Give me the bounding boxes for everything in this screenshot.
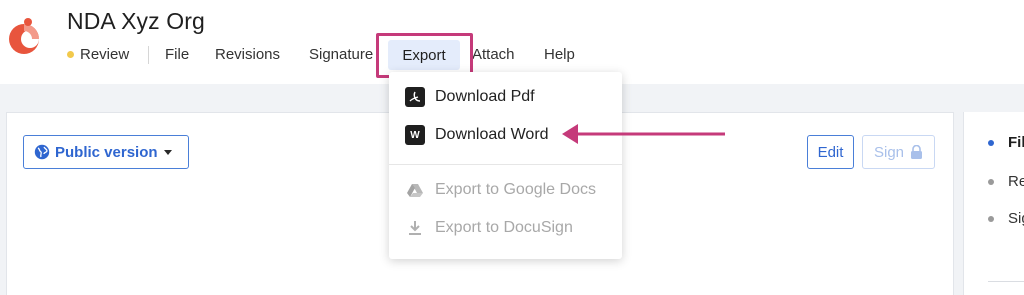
status-dot-icon: [67, 51, 74, 58]
side-divider: [988, 281, 1024, 282]
pdf-icon: [405, 87, 425, 107]
status-label: Review: [80, 46, 130, 63]
globe-icon: [34, 144, 50, 160]
menu-divider: [148, 46, 149, 64]
edit-button[interactable]: Edit: [807, 135, 854, 169]
menu-divider: [389, 164, 622, 165]
annotation-arrow-icon: [562, 124, 725, 144]
side-item-label: Re: [1008, 173, 1024, 190]
side-item-label: Sig: [1008, 210, 1024, 227]
document-title: NDA Xyz Org: [67, 8, 205, 34]
export-docusign-item[interactable]: Export to DocuSign: [405, 218, 573, 238]
download-word-item[interactable]: W Download Word: [405, 125, 549, 145]
side-item-files[interactable]: Fil: [988, 134, 1024, 151]
side-item-revisions[interactable]: Re: [988, 173, 1024, 190]
sign-button-label: Sign: [873, 143, 905, 161]
export-google-docs-item[interactable]: Export to Google Docs: [405, 180, 596, 200]
caret-down-icon: [163, 149, 172, 155]
google-drive-icon: [405, 180, 425, 200]
version-selector-button[interactable]: Public version: [23, 135, 189, 169]
download-icon: [405, 218, 425, 238]
top-menu-bar: Review File Revisions Signature Attach H…: [0, 44, 1024, 68]
menu-attach[interactable]: Attach: [472, 46, 515, 63]
sign-button[interactable]: Sign: [862, 135, 935, 169]
bullet-icon: [988, 139, 994, 146]
bullet-icon: [988, 215, 994, 222]
status-badge[interactable]: Review: [67, 46, 129, 63]
side-item-label: Fil: [1008, 134, 1024, 151]
menu-revisions[interactable]: Revisions: [215, 46, 280, 63]
version-selector-label: Public version: [55, 143, 158, 161]
download-pdf-item[interactable]: Download Pdf: [405, 87, 535, 107]
download-pdf-label: Download Pdf: [435, 88, 535, 105]
lock-icon: [911, 145, 923, 159]
export-dropdown-menu: Download Pdf W Download Word Export to G…: [389, 72, 622, 259]
menu-file[interactable]: File: [165, 46, 189, 63]
side-item-signature[interactable]: Sig: [988, 210, 1024, 227]
menu-signature[interactable]: Signature: [309, 46, 373, 63]
export-docusign-label: Export to DocuSign: [435, 219, 573, 236]
download-word-label: Download Word: [435, 126, 549, 143]
bullet-icon: [988, 178, 994, 185]
menu-help[interactable]: Help: [544, 46, 575, 63]
export-google-docs-label: Export to Google Docs: [435, 181, 596, 198]
word-icon: W: [405, 125, 425, 145]
